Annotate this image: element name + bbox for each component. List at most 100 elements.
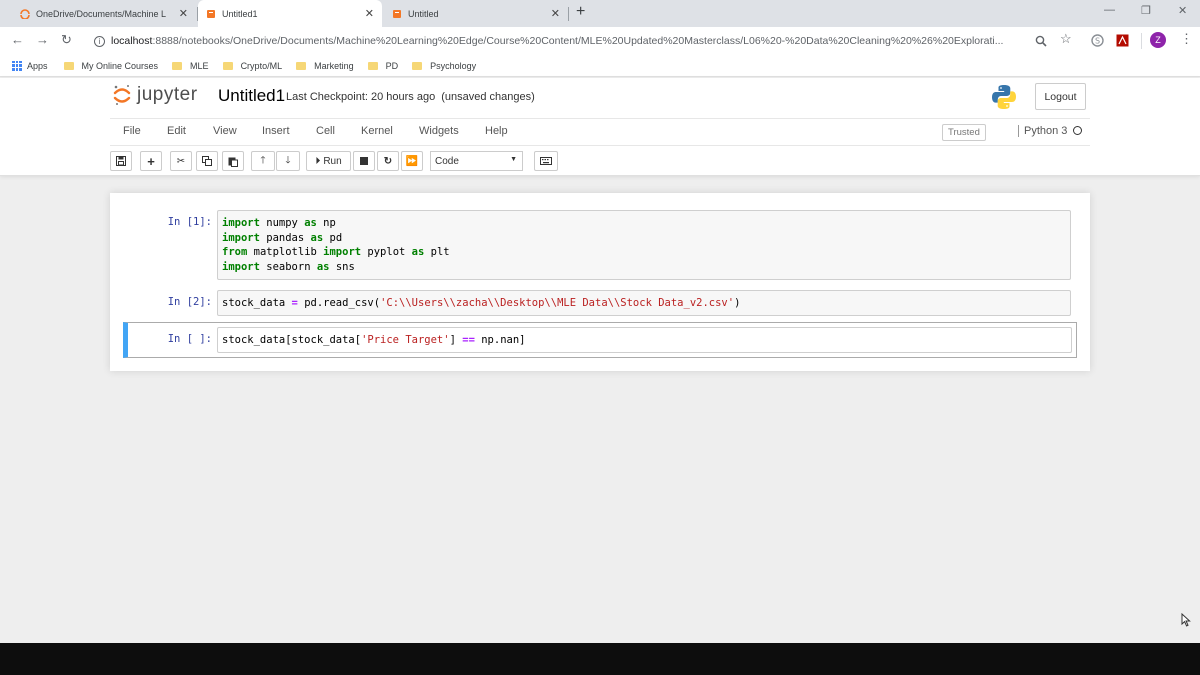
menu-kernel[interactable]: Kernel <box>361 125 393 137</box>
step-forward-icon: ⏵ <box>315 155 321 167</box>
kernel-name: Python 3 <box>1024 125 1068 137</box>
close-tab-icon[interactable]: ✕ <box>551 7 560 20</box>
restart-kernel-button[interactable]: ↻ <box>377 151 399 171</box>
plus-icon: + <box>147 153 155 169</box>
jupyter-logo-icon <box>113 85 131 105</box>
kernel-idle-icon <box>1073 126 1083 135</box>
tab-title: Untitled <box>408 8 439 19</box>
interrupt-button[interactable] <box>353 151 375 171</box>
notebook-name[interactable]: Untitled1 <box>218 86 285 106</box>
code-cell-2[interactable]: In [2]: stock_data = pd.read_csv('C:\\Us… <box>124 290 1076 316</box>
command-palette-button[interactable] <box>534 151 558 171</box>
menu-widgets[interactable]: Widgets <box>419 125 459 137</box>
tab-separator <box>568 7 569 21</box>
code-editor[interactable]: stock_data[stock_data['Price Target'] ==… <box>217 327 1072 353</box>
folder-icon <box>222 61 233 70</box>
copy-button[interactable] <box>196 151 218 171</box>
zoom-icon[interactable] <box>1035 35 1047 47</box>
skype-extension-icon[interactable]: S <box>1091 34 1104 47</box>
tab-title: Untitled1 <box>222 8 258 19</box>
bookmark-star-icon[interactable]: ☆ <box>1060 31 1072 47</box>
menu-cell[interactable]: Cell <box>316 125 335 137</box>
new-tab-button[interactable]: + <box>576 3 585 21</box>
bookmarks-bar: Apps My Online Courses MLE Crypto/ML Mar… <box>0 55 1200 77</box>
code-editor[interactable]: import numpy as np import pandas as pd fro… <box>217 210 1071 280</box>
move-up-button[interactable]: 🡑 <box>251 151 275 171</box>
code-cell-3-selected[interactable]: In [ ]: stock_data[stock_data['Price Tar… <box>123 322 1077 358</box>
reload-icon[interactable]: ↻ <box>61 32 72 48</box>
restore-icon[interactable]: ❐ <box>1141 4 1151 17</box>
copy-icon <box>202 156 212 166</box>
bookmark-crypto-ml[interactable]: Crypto/ML <box>222 61 282 71</box>
code-line: import numpy as np <box>222 217 336 229</box>
input-prompt: In [1]: <box>167 216 212 228</box>
minimize-icon[interactable]: — <box>1104 4 1115 16</box>
menu-edit[interactable]: Edit <box>167 125 186 137</box>
run-button[interactable]: ⏵ Run <box>306 151 351 171</box>
menu-bar: File Edit View Insert Cell Kernel Widget… <box>110 118 1090 146</box>
bookmark-my-online-courses[interactable]: My Online Courses <box>63 61 158 71</box>
address-bar: ← → ↻ i localhost:8888/notebooks/OneDriv… <box>0 27 1200 55</box>
insert-cell-button[interactable]: + <box>140 151 162 171</box>
run-label: Run <box>323 155 342 167</box>
toolbar-divider <box>1141 33 1142 49</box>
restart-run-all-button[interactable]: ⏩ <box>401 151 423 171</box>
code-cell-1[interactable]: In [1]: import numpy as np import pandas … <box>124 210 1076 280</box>
jupyter-wordmark: jupyter <box>137 84 198 105</box>
cell-type-select[interactable]: Code ▼ <box>430 151 523 171</box>
arrow-up-icon: 🡑 <box>260 154 266 166</box>
move-down-button[interactable]: 🡓 <box>276 151 300 171</box>
bookmark-mle[interactable]: MLE <box>172 61 209 71</box>
logout-button[interactable]: Logout <box>1035 83 1086 110</box>
browser-menu-icon[interactable]: ⋮ <box>1180 31 1193 47</box>
folder-icon <box>367 61 378 70</box>
input-prompt: In [ ]: <box>167 333 212 345</box>
folder-icon <box>296 61 307 70</box>
input-prompt: In [2]: <box>167 296 212 308</box>
jupyter-favicon-icon <box>20 8 30 19</box>
menu-view[interactable]: View <box>213 125 237 137</box>
pdf-extension-icon[interactable] <box>1116 34 1129 47</box>
unsaved-indicator: (unsaved changes) <box>441 91 535 103</box>
save-button[interactable] <box>110 151 132 171</box>
bookmark-psychology[interactable]: Psychology <box>412 61 476 71</box>
bookmark-pd[interactable]: PD <box>367 61 398 71</box>
code-line: stock_data = pd.read_csv('C:\\Users\\zac… <box>222 297 741 309</box>
paste-button[interactable] <box>222 151 244 171</box>
bookmark-label: MLE <box>190 60 209 71</box>
code-line: from matplotlib import pyplot as plt <box>222 246 450 258</box>
close-tab-icon[interactable]: ✕ <box>365 7 374 20</box>
back-icon[interactable]: ← <box>11 32 24 47</box>
notebook-favicon-icon <box>207 9 215 18</box>
bookmark-apps[interactable]: Apps <box>12 60 48 71</box>
tab-onedrive[interactable]: OneDrive/Documents/Machine L ✕ <box>12 0 196 27</box>
forward-icon[interactable]: → <box>36 32 49 47</box>
profile-avatar[interactable]: Z <box>1150 32 1166 48</box>
restart-icon: ↻ <box>383 155 393 167</box>
menu-insert[interactable]: Insert <box>262 125 290 137</box>
scissors-icon: ✂ <box>176 155 186 167</box>
cut-button[interactable]: ✂ <box>170 151 192 171</box>
chevron-down-icon: ▼ <box>510 156 517 163</box>
checkpoint-status: Last Checkpoint: 20 hours ago (unsaved ch… <box>286 91 535 103</box>
close-tab-icon[interactable]: ✕ <box>179 7 188 20</box>
close-window-icon[interactable]: ✕ <box>1178 4 1187 17</box>
menu-file[interactable]: File <box>123 125 141 137</box>
mouse-cursor-icon <box>1181 613 1191 627</box>
svg-text:S: S <box>1095 36 1100 45</box>
bookmark-marketing[interactable]: Marketing <box>296 61 354 71</box>
browser-tab-strip: OneDrive/Documents/Machine L ✕ Untitled1… <box>0 0 1200 27</box>
code-line: import pandas as pd <box>222 231 343 244</box>
url-field[interactable]: i localhost:8888/notebooks/OneDrive/Docu… <box>86 30 1086 52</box>
code-editor[interactable]: stock_data = pd.read_csv('C:\\Users\\zac… <box>217 290 1071 316</box>
python-logo-icon <box>992 85 1016 109</box>
info-icon[interactable]: i <box>94 35 105 47</box>
jupyter-logo[interactable]: jupyter <box>113 84 198 106</box>
menu-help[interactable]: Help <box>485 125 508 137</box>
tab-untitled1[interactable]: Untitled1 ✕ <box>198 0 382 27</box>
keyboard-icon <box>540 157 552 165</box>
trusted-indicator[interactable]: Trusted <box>942 124 986 141</box>
checkpoint-text: Last Checkpoint: 20 hours ago <box>286 91 436 103</box>
arrow-down-icon: 🡓 <box>285 154 291 166</box>
tab-untitled[interactable]: Untitled ✕ <box>384 0 568 27</box>
